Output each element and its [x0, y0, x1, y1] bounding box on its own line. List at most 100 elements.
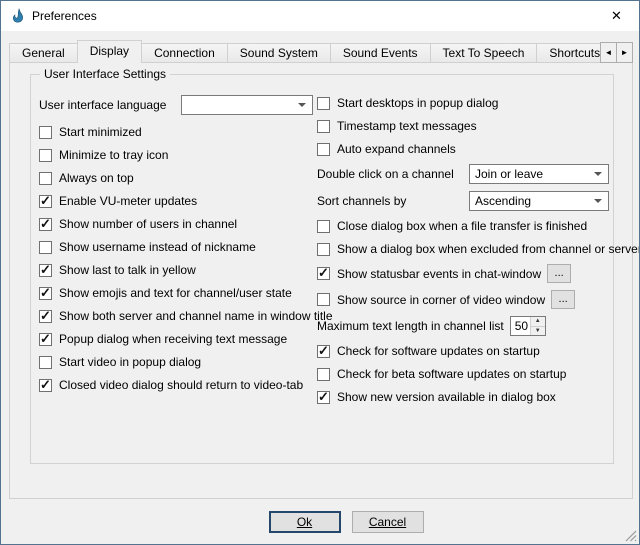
checkbox-label: Check for software updates on startup — [337, 344, 540, 358]
checkbox-timestamp-messages[interactable] — [317, 120, 330, 133]
checkbox-auto-expand-channels[interactable] — [317, 143, 330, 156]
max-text-length-label: Maximum text length in channel list — [317, 319, 504, 333]
checkbox-minimize-to-tray[interactable] — [39, 149, 52, 162]
checkbox-row-start-minimized[interactable]: Start minimized — [39, 124, 313, 140]
group-user-interface-settings: User Interface Settings User interface l… — [30, 74, 614, 464]
checkbox-row-closed-video-return[interactable]: Closed video dialog should return to vid… — [39, 377, 313, 393]
checkbox-excluded-dialog[interactable] — [317, 243, 330, 256]
double-click-select[interactable]: Join or leave — [469, 164, 609, 184]
checkbox-row-start-video-popup[interactable]: Start video in popup dialog — [39, 354, 313, 370]
checkbox-row-vu-meter[interactable]: Enable VU-meter updates — [39, 193, 313, 209]
sort-channels-select[interactable]: Ascending — [469, 191, 609, 211]
tab-display[interactable]: Display — [77, 40, 142, 63]
checkbox-closed-video-return[interactable] — [39, 379, 52, 392]
language-row: User interface language — [39, 95, 313, 115]
tab-sound-system[interactable]: Sound System — [227, 43, 331, 63]
tab-scrollers: ◄ ► — [601, 42, 633, 63]
checkbox-row-new-version-dialog[interactable]: Show new version available in dialog box — [317, 389, 609, 405]
checkbox-row-auto-expand-channels[interactable]: Auto expand channels — [317, 141, 609, 157]
checkbox-row-popup-text-message[interactable]: Popup dialog when receiving text message — [39, 331, 313, 347]
checkbox-label: Show number of users in channel — [59, 217, 237, 231]
tab-general[interactable]: General — [9, 43, 78, 63]
tab-text-to-speech[interactable]: Text To Speech — [430, 43, 538, 63]
checkbox-row-show-username[interactable]: Show username instead of nickname — [39, 239, 313, 255]
checkbox-label: Show new version available in dialog box — [337, 390, 556, 404]
checkbox-row-minimize-to-tray[interactable]: Minimize to tray icon — [39, 147, 313, 163]
checkbox-label: Start minimized — [59, 125, 142, 139]
app-icon[interactable] — [10, 8, 26, 24]
checkbox-label: Enable VU-meter updates — [59, 194, 197, 208]
sort-channels-row: Sort channels by Ascending — [317, 191, 609, 211]
left-column: User interface language Start minimized … — [39, 95, 313, 400]
tab-sound-events[interactable]: Sound Events — [330, 43, 431, 63]
checkbox-start-desktops-popup[interactable] — [317, 97, 330, 110]
checkbox-always-on-top[interactable] — [39, 172, 52, 185]
group-title: User Interface Settings — [40, 67, 170, 81]
statusbar-events-more-button[interactable]: ... — [547, 264, 571, 283]
window-title: Preferences — [32, 9, 97, 23]
spin-buttons: ▲ ▼ — [530, 317, 545, 335]
tab-scroll-left-icon[interactable]: ◄ — [600, 42, 617, 63]
checkbox-new-version-dialog[interactable] — [317, 391, 330, 404]
checkbox-show-emojis[interactable] — [39, 287, 52, 300]
video-source-more-button[interactable]: ... — [551, 290, 575, 309]
checkbox-close-filetransfer-dialog[interactable] — [317, 220, 330, 233]
close-icon: ✕ — [611, 8, 622, 24]
resize-grip[interactable] — [624, 529, 637, 542]
checkbox-popup-text-message[interactable] — [39, 333, 52, 346]
checkbox-row-timestamp-messages[interactable]: Timestamp text messages — [317, 118, 609, 134]
max-text-length-row: Maximum text length in channel list 50 ▲… — [317, 316, 609, 336]
checkbox-label: Closed video dialog should return to vid… — [59, 378, 303, 392]
checkbox-label: Check for beta software updates on start… — [337, 367, 566, 381]
checkbox-row-always-on-top[interactable]: Always on top — [39, 170, 313, 186]
checkbox-label: Timestamp text messages — [337, 119, 477, 133]
checkbox-start-minimized[interactable] — [39, 126, 52, 139]
checkbox-row-server-channel-title[interactable]: Show both server and channel name in win… — [39, 308, 313, 324]
checkbox-label: Show a dialog box when excluded from cha… — [337, 242, 640, 256]
sort-channels-label: Sort channels by — [317, 194, 406, 208]
double-click-value: Join or leave — [475, 167, 590, 181]
checkbox-label: Show username instead of nickname — [59, 240, 256, 254]
tab-bar: General Display Connection Sound System … — [9, 40, 633, 63]
spin-value[interactable]: 50 — [511, 317, 530, 335]
checkbox-row-last-to-talk[interactable]: Show last to talk in yellow — [39, 262, 313, 278]
checkbox-row-excluded-dialog[interactable]: Show a dialog box when excluded from cha… — [317, 241, 609, 257]
checkbox-row-show-emojis[interactable]: Show emojis and text for channel/user st… — [39, 285, 313, 301]
checkbox-row-close-filetransfer-dialog[interactable]: Close dialog box when a file transfer is… — [317, 218, 609, 234]
max-text-length-spinner[interactable]: 50 ▲ ▼ — [510, 316, 546, 336]
statusbar-events-row[interactable]: Show statusbar events in chat-window ... — [317, 264, 609, 283]
video-source-row[interactable]: Show source in corner of video window ..… — [317, 290, 609, 309]
titlebar[interactable]: Preferences ✕ — [1, 1, 639, 31]
checkbox-statusbar-events[interactable] — [317, 267, 330, 280]
checkbox-row-beta-updates[interactable]: Check for beta software updates on start… — [317, 366, 609, 382]
spin-up-icon[interactable]: ▲ — [531, 317, 545, 327]
checkbox-start-video-popup[interactable] — [39, 356, 52, 369]
checkbox-label: Always on top — [59, 171, 134, 185]
button-bar: Ok Cancel — [1, 511, 639, 533]
tab-scroll-right-icon[interactable]: ► — [616, 42, 633, 63]
chevron-down-icon — [594, 172, 602, 176]
checkbox-video-source-corner[interactable] — [317, 293, 330, 306]
close-button[interactable]: ✕ — [594, 1, 639, 31]
spin-down-icon[interactable]: ▼ — [531, 327, 545, 336]
checkbox-software-updates[interactable] — [317, 345, 330, 358]
checkbox-show-username[interactable] — [39, 241, 52, 254]
ok-button[interactable]: Ok — [269, 511, 341, 533]
checkbox-label: Auto expand channels — [337, 142, 456, 156]
checkbox-label: Close dialog box when a file transfer is… — [337, 219, 587, 233]
checkbox-label: Show statusbar events in chat-window — [337, 267, 541, 281]
checkbox-row-software-updates[interactable]: Check for software updates on startup — [317, 343, 609, 359]
tab-connection[interactable]: Connection — [141, 43, 228, 63]
checkbox-server-channel-title[interactable] — [39, 310, 52, 323]
checkbox-row-show-user-count[interactable]: Show number of users in channel — [39, 216, 313, 232]
language-select[interactable] — [181, 95, 313, 115]
checkbox-show-user-count[interactable] — [39, 218, 52, 231]
checkbox-beta-updates[interactable] — [317, 368, 330, 381]
checkbox-vu-meter[interactable] — [39, 195, 52, 208]
checkbox-label: Start desktops in popup dialog — [337, 96, 498, 110]
checkbox-last-to-talk[interactable] — [39, 264, 52, 277]
cancel-button[interactable]: Cancel — [352, 511, 424, 533]
checkbox-label: Start video in popup dialog — [59, 355, 201, 369]
checkbox-row-start-desktops-popup[interactable]: Start desktops in popup dialog — [317, 95, 609, 111]
right-column: Start desktops in popup dialog Timestamp… — [317, 95, 609, 412]
